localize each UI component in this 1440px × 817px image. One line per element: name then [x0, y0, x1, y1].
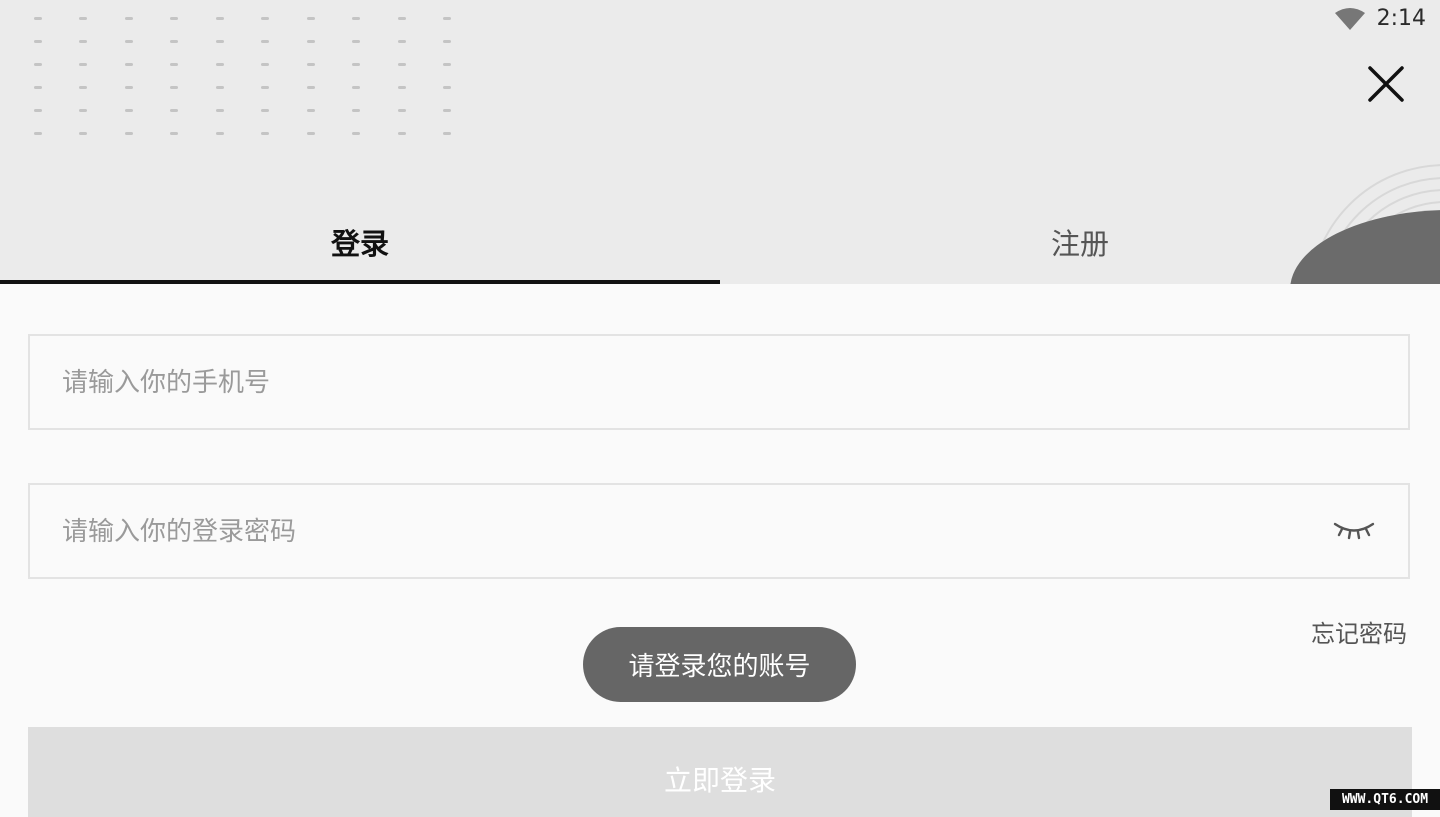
eye-closed-icon [1333, 522, 1375, 540]
status-time: 2:14 [1376, 6, 1426, 31]
tab-register[interactable]: 注册 [720, 200, 1440, 284]
toast-message: 请登录您的账号 [583, 627, 856, 702]
phone-input[interactable] [60, 336, 1304, 430]
close-icon [1368, 66, 1404, 102]
password-field [28, 483, 1410, 579]
toast-text: 请登录您的账号 [628, 652, 811, 682]
tab-login-label: 登录 [330, 227, 389, 261]
close-button[interactable] [1366, 64, 1406, 104]
login-button-label: 立即登录 [663, 764, 776, 797]
forgot-password-link[interactable]: 忘记密码 [1311, 614, 1407, 649]
tab-indicator [0, 280, 720, 284]
watermark: WWW.QT6.COM [1330, 789, 1440, 810]
wifi-icon [1334, 7, 1365, 30]
password-visibility-toggle[interactable] [1332, 519, 1376, 541]
login-button[interactable]: 立即登录 [28, 727, 1412, 817]
dot-pattern [30, 12, 460, 142]
status-bar: 2:14 [1334, 6, 1426, 31]
tab-login[interactable]: 登录 [0, 200, 720, 284]
password-input[interactable] [60, 485, 1304, 579]
tab-register-label: 注册 [1050, 227, 1109, 261]
header: 2:14 登录 注册 [0, 0, 1440, 284]
phone-field [28, 334, 1410, 430]
